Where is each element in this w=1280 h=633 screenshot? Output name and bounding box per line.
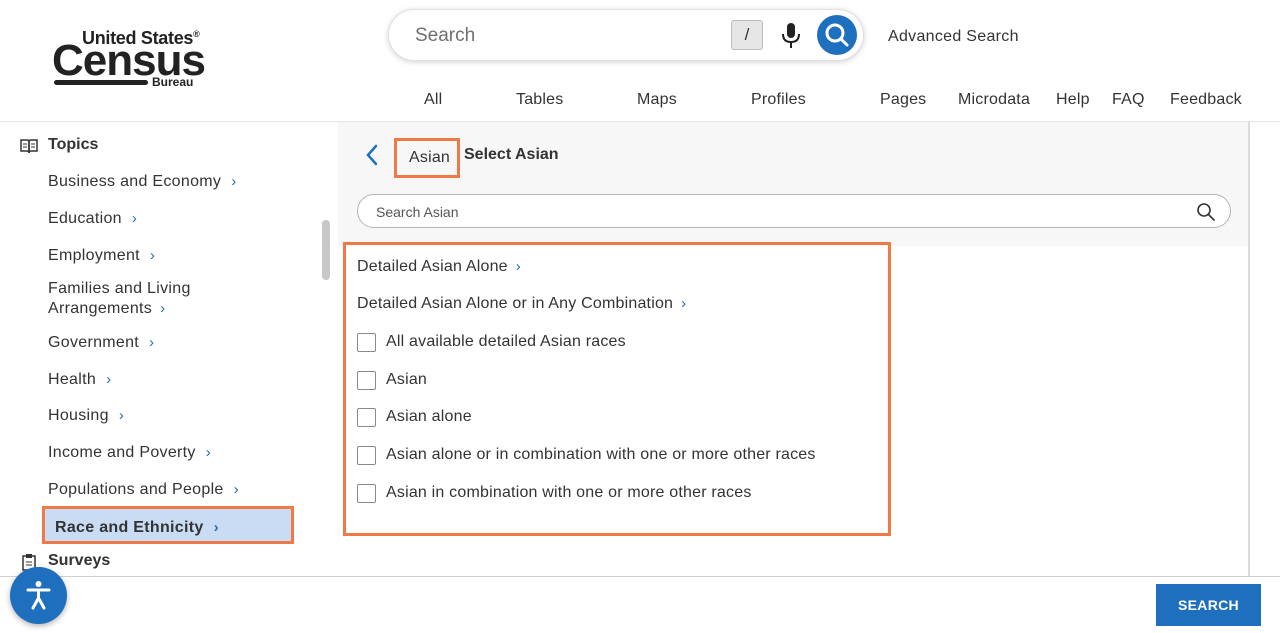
selection-panel: Asian Select Asian Search Asian Detailed… xyxy=(338,122,1250,576)
checkbox[interactable] xyxy=(357,484,376,503)
sidebar-item-government[interactable]: Government › xyxy=(48,333,154,353)
checkbox-label: All available detailed Asian races xyxy=(386,333,626,350)
search-input[interactable]: Search xyxy=(415,25,475,47)
checkbox-label: Asian alone xyxy=(386,408,472,425)
logo-bureau: Bureau xyxy=(152,75,194,89)
checkbox[interactable] xyxy=(357,333,376,352)
tab-faq[interactable]: FAQ xyxy=(1112,91,1145,109)
sidebar-item-employment[interactable]: Employment › xyxy=(48,246,155,266)
link-detailed-asian-alone[interactable]: Detailed Asian Alone › xyxy=(357,258,521,276)
sidebar-item-health[interactable]: Health › xyxy=(48,370,111,390)
tab-microdata[interactable]: Microdata xyxy=(958,91,1030,109)
checkbox-label: Asian in combination with one or more ot… xyxy=(386,484,752,501)
chevron-right-icon: › xyxy=(233,481,239,498)
advanced-search-link[interactable]: Advanced Search xyxy=(888,28,1019,46)
tab-all[interactable]: All xyxy=(424,91,442,109)
accessibility-button[interactable] xyxy=(10,567,67,624)
accessibility-icon xyxy=(26,581,51,610)
book-icon xyxy=(20,139,38,154)
chevron-right-icon: › xyxy=(213,519,219,536)
search-submit-button[interactable]: SEARCH xyxy=(1156,584,1261,626)
chevron-right-icon: › xyxy=(118,407,125,424)
topics-sidebar: Topics Business and Economy › Education › … xyxy=(0,122,338,576)
tab-feedback[interactable]: Feedback xyxy=(1170,91,1242,109)
tab-maps[interactable]: Maps xyxy=(637,91,677,109)
chevron-left-icon[interactable] xyxy=(362,142,382,168)
sidebar-item-housing[interactable]: Housing › xyxy=(48,406,124,426)
checkbox[interactable] xyxy=(357,371,376,390)
search-icon[interactable] xyxy=(1196,202,1216,222)
chevron-right-icon: › xyxy=(106,371,112,388)
bottom-action-bar xyxy=(0,576,1280,633)
chevron-right-icon: › xyxy=(131,210,138,227)
sidebar-item-business-economy[interactable]: Business and Economy › xyxy=(48,172,237,192)
panel-search-input[interactable]: Search Asian xyxy=(376,204,459,220)
sidebar-item-income-poverty[interactable]: Income and Poverty › xyxy=(48,443,211,463)
sidebar-item-families[interactable]: Families and Living Arrangements › xyxy=(48,279,191,319)
chevron-right-icon: › xyxy=(231,173,237,190)
header: United States® Census Bureau Search / Ad… xyxy=(0,0,1280,122)
main-search-box[interactable]: Search / xyxy=(388,9,864,61)
chevron-right-icon: › xyxy=(681,295,687,312)
tab-tables[interactable]: Tables xyxy=(516,91,563,109)
tab-help[interactable]: Help xyxy=(1056,91,1090,109)
chevron-right-icon: › xyxy=(205,444,211,461)
breadcrumb: Asian xyxy=(394,138,460,178)
search-button[interactable] xyxy=(817,15,857,55)
tab-profiles[interactable]: Profiles xyxy=(751,91,806,109)
chevron-right-icon: › xyxy=(515,258,521,275)
microphone-icon[interactable] xyxy=(779,22,803,50)
sidebar-item-education[interactable]: Education › xyxy=(48,209,137,229)
tab-pages[interactable]: Pages xyxy=(880,91,926,109)
checkbox-label: Asian alone or in combination with one o… xyxy=(386,446,816,463)
panel-search-box[interactable]: Search Asian xyxy=(357,194,1231,228)
slash-shortcut-key: / xyxy=(731,20,763,50)
logo-bar xyxy=(54,80,148,85)
options-list: Detailed Asian Alone › Detailed Asian Alo… xyxy=(343,242,891,536)
search-icon xyxy=(825,23,849,47)
sidebar-item-populations[interactable]: Populations and People › xyxy=(48,480,239,500)
checkbox[interactable] xyxy=(357,446,376,465)
sidebar-item-race-ethnicity[interactable]: Race and Ethnicity › xyxy=(42,506,294,544)
census-logo[interactable]: United States® Census Bureau xyxy=(52,28,212,90)
topics-label: Topics xyxy=(48,136,99,153)
checkbox[interactable] xyxy=(357,408,376,427)
link-detailed-asian-combination[interactable]: Detailed Asian Alone or in Any Combinati… xyxy=(357,295,686,313)
checkbox-label: Asian xyxy=(386,371,428,388)
sidebar-scrollbar[interactable] xyxy=(322,220,330,280)
chevron-right-icon: › xyxy=(160,300,166,317)
panel-divider xyxy=(1248,122,1250,576)
breadcrumb-link-asian[interactable]: Asian xyxy=(409,149,450,167)
chevron-right-icon: › xyxy=(149,247,156,264)
panel-title: Select Asian xyxy=(464,146,559,163)
chevron-right-icon: › xyxy=(149,334,155,351)
